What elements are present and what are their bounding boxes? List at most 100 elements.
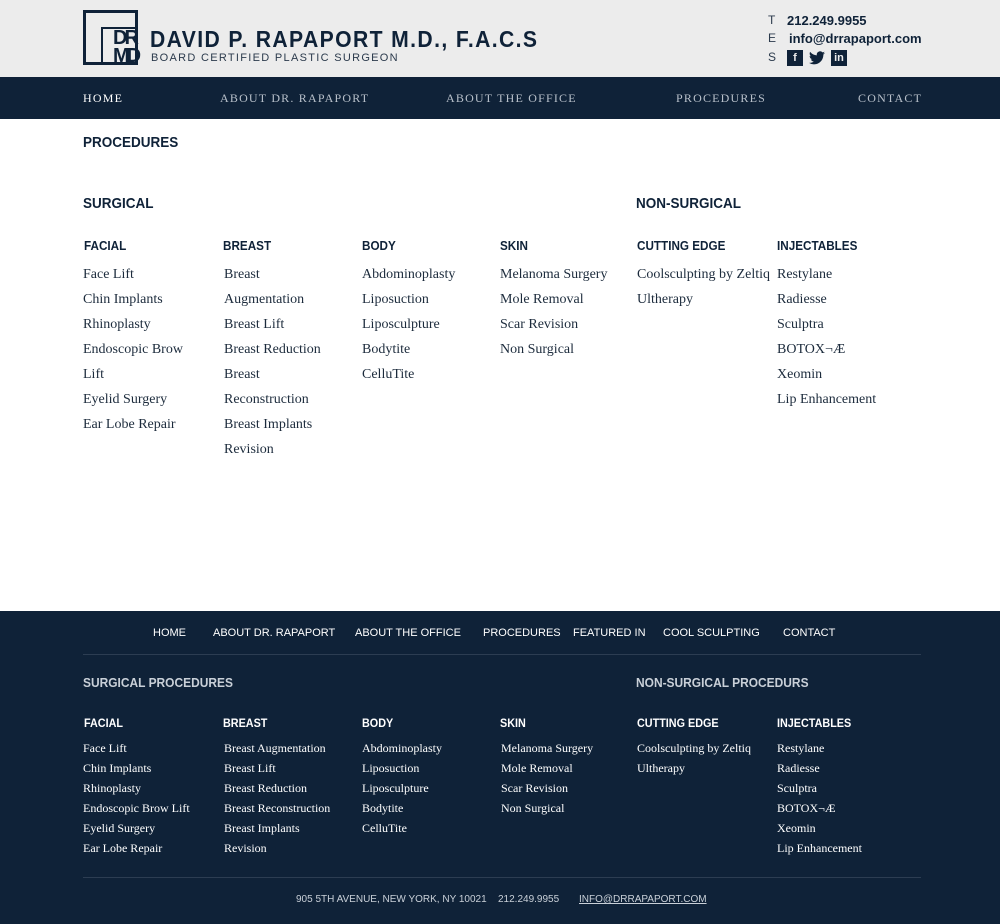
procedure-link[interactable]: Melanoma Surgery: [500, 262, 607, 287]
logo[interactable]: DR MD: [83, 10, 141, 67]
procedure-link[interactable]: Endoscopic Brow Lift: [83, 798, 190, 818]
nav-about-dr[interactable]: ABOUT DR. RAPAPORT: [220, 91, 369, 106]
procedure-link[interactable]: Liposuction: [362, 287, 455, 312]
procedure-link[interactable]: Revision: [224, 437, 321, 462]
procedure-link[interactable]: Breast Lift: [224, 758, 330, 778]
footer-category-facial-list: Face Lift Chin Implants Rhinoplasty Endosco…: [83, 738, 190, 858]
category-skin-list: Melanoma Surgery Mole Removal Scar Revisio…: [500, 262, 607, 362]
category-body-list: Abdominoplasty Liposuction Liposculpture Bo…: [362, 262, 455, 387]
procedure-link[interactable]: Bodytite: [362, 798, 442, 818]
procedure-link[interactable]: Chin Implants: [83, 287, 183, 312]
logo-md-text: MD: [113, 45, 141, 67]
procedure-link[interactable]: Coolsculpting by Zeltiq: [637, 262, 770, 287]
procedure-link[interactable]: Breast Augmentation: [224, 738, 330, 758]
category-facial-list: Face Lift Chin Implants Rhinoplasty Endosco…: [83, 262, 183, 437]
procedure-link[interactable]: Sculptra: [777, 312, 876, 337]
procedure-link[interactable]: Liposuction: [362, 758, 442, 778]
procedure-link[interactable]: Endoscopic Brow: [83, 337, 183, 362]
procedure-link[interactable]: Liposculpture: [362, 778, 442, 798]
footer-nav-cool-sculpting[interactable]: COOL SCULPTING: [663, 627, 760, 639]
nav-contact[interactable]: CONTACT: [858, 91, 922, 106]
procedure-link[interactable]: Abdominoplasty: [362, 262, 455, 287]
procedure-link[interactable]: CelluTite: [362, 818, 442, 838]
procedure-link[interactable]: Breast Implants: [224, 412, 321, 437]
procedure-link[interactable]: Mole Removal: [501, 758, 593, 778]
procedure-link[interactable]: Radiesse: [777, 287, 876, 312]
procedure-link[interactable]: Ear Lobe Repair: [83, 412, 183, 437]
email-link[interactable]: info@drrapaport.com: [789, 31, 922, 46]
procedure-link[interactable]: Coolsculpting by Zeltiq: [637, 738, 751, 758]
footer-nav-home[interactable]: HOME: [153, 627, 186, 639]
footer-category-injectables-title: INJECTABLES: [777, 716, 852, 730]
footer-category-body-list: Abdominoplasty Liposuction Liposculpture Bo…: [362, 738, 442, 838]
phone-link[interactable]: 212.249.9955: [787, 13, 867, 28]
procedure-link[interactable]: Face Lift: [83, 262, 183, 287]
procedure-link[interactable]: Reconstruction: [224, 387, 321, 412]
footer-surgical-heading: SURGICAL PROCEDURES: [83, 675, 233, 690]
procedure-link[interactable]: Melanoma Surgery: [501, 738, 593, 758]
procedure-link[interactable]: Breast Reduction: [224, 778, 330, 798]
footer-nav-procedures[interactable]: PROCEDURES: [483, 627, 561, 639]
procedure-link[interactable]: Revision: [224, 838, 330, 858]
procedure-link[interactable]: Breast: [224, 262, 321, 287]
footer-nav-about-office[interactable]: ABOUT THE OFFICE: [355, 627, 461, 639]
procedure-link[interactable]: Eyelid Surgery: [83, 818, 190, 838]
twitter-icon[interactable]: [809, 50, 825, 66]
procedure-link[interactable]: Breast Implants: [224, 818, 330, 838]
procedure-link[interactable]: BOTOX¬Æ: [777, 798, 862, 818]
procedure-link[interactable]: Breast Lift: [224, 312, 321, 337]
procedure-link[interactable]: Sculptra: [777, 778, 862, 798]
procedure-link[interactable]: Non Surgical: [500, 337, 607, 362]
procedure-link[interactable]: Lip Enhancement: [777, 387, 876, 412]
procedure-link[interactable]: Breast Reconstruction: [224, 798, 330, 818]
site-title: DAVID P. RAPAPORT M.D., F.A.C.S: [150, 26, 539, 52]
footer-nav-featured-in[interactable]: FEATURED IN: [573, 627, 646, 639]
procedure-link[interactable]: Eyelid Surgery: [83, 387, 183, 412]
procedure-link[interactable]: Xeomin: [777, 818, 862, 838]
nav-home[interactable]: HOME: [83, 91, 123, 106]
footer-nav-about-dr[interactable]: ABOUT DR. RAPAPORT: [213, 627, 335, 639]
procedure-link[interactable]: Rhinoplasty: [83, 778, 190, 798]
footer-nav-contact[interactable]: CONTACT: [783, 627, 835, 639]
procedure-link[interactable]: Restylane: [777, 262, 876, 287]
procedure-link[interactable]: Ultherapy: [637, 287, 770, 312]
category-body-title: BODY: [362, 238, 396, 253]
nav-about-office[interactable]: ABOUT THE OFFICE: [446, 91, 577, 106]
category-breast-list: Breast Augmentation Breast Lift Breast Redu…: [224, 262, 321, 462]
procedure-link[interactable]: Non Surgical: [501, 798, 593, 818]
procedure-link[interactable]: Rhinoplasty: [83, 312, 183, 337]
linkedin-icon[interactable]: in: [831, 50, 847, 66]
procedure-link[interactable]: Radiesse: [777, 758, 862, 778]
procedure-link[interactable]: Breast: [224, 362, 321, 387]
footer-category-breast-title: BREAST: [223, 716, 268, 730]
procedure-link[interactable]: Liposculpture: [362, 312, 455, 337]
procedure-link[interactable]: BOTOX¬Æ: [777, 337, 876, 362]
procedure-link[interactable]: Scar Revision: [501, 778, 593, 798]
footer-phone[interactable]: 212.249.9955: [498, 894, 559, 905]
procedure-link[interactable]: Lip Enhancement: [777, 838, 862, 858]
footer-category-facial-title: FACIAL: [84, 716, 124, 730]
procedure-link[interactable]: Bodytite: [362, 337, 455, 362]
procedure-link[interactable]: CelluTite: [362, 362, 455, 387]
site-footer: HOME ABOUT DR. RAPAPORT ABOUT THE OFFICE…: [0, 611, 1000, 924]
procedure-link[interactable]: Restylane: [777, 738, 862, 758]
footer-divider-bottom: [83, 877, 921, 878]
procedure-link[interactable]: Abdominoplasty: [362, 738, 442, 758]
main-nav: HOME ABOUT DR. RAPAPORT ABOUT THE OFFICE…: [0, 77, 1000, 119]
footer-divider-top: [83, 654, 921, 655]
procedure-link[interactable]: Breast Reduction: [224, 337, 321, 362]
procedure-link[interactable]: Lift: [83, 362, 183, 387]
procedure-link[interactable]: Ultherapy: [637, 758, 751, 778]
procedure-link[interactable]: Ear Lobe Repair: [83, 838, 190, 858]
footer-email-link[interactable]: INFO@DRRAPAPORT.COM: [579, 894, 707, 905]
procedure-link[interactable]: Mole Removal: [500, 287, 607, 312]
procedure-link[interactable]: Face Lift: [83, 738, 190, 758]
email-key: E: [768, 31, 777, 45]
procedure-link[interactable]: Scar Revision: [500, 312, 607, 337]
procedure-link[interactable]: Xeomin: [777, 362, 876, 387]
facebook-icon[interactable]: f: [787, 50, 803, 66]
nav-procedures[interactable]: PROCEDURES: [676, 91, 766, 106]
phone-key: T: [768, 13, 776, 27]
procedure-link[interactable]: Chin Implants: [83, 758, 190, 778]
procedure-link[interactable]: Augmentation: [224, 287, 321, 312]
